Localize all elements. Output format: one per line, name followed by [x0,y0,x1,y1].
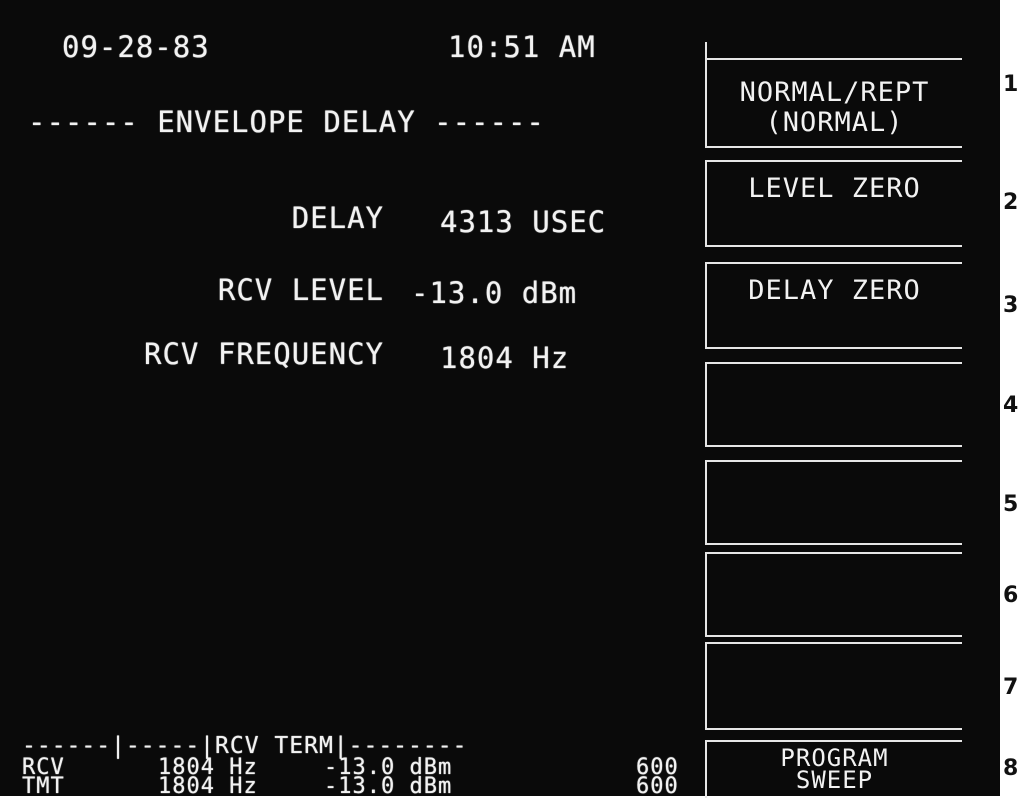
key-number-2: 2 [1003,190,1019,215]
status-row-tmt-name: TMT [22,774,65,799]
delay-value: 4313 USEC [440,205,607,239]
rcv-level-label: RCV LEVEL [217,273,384,307]
instrument-screen: 09-28-83 10:51 AM ------ ENVELOPE DELAY … [0,0,1000,799]
key-number-4: 4 [1003,393,1019,418]
date-readout: 09-28-83 [62,30,210,64]
time-readout: 10:51 AM [448,30,596,64]
softkey-1-label-line2: (NORMAL) [765,107,904,138]
softkey-2-level-zero[interactable]: LEVEL ZERO [705,160,962,247]
softkey-1-label-line1: NORMAL/REPT [739,77,930,108]
softkey-2-label: LEVEL ZERO [748,173,921,204]
softkey-3-delay-zero[interactable]: DELAY ZERO [705,262,962,349]
rcv-frequency-value: 1804 Hz [440,341,570,375]
softkey-4-blank[interactable] [705,362,962,447]
status-row-tmt-level: -13.0 dBm [324,774,453,799]
softkey-6-blank[interactable] [705,552,962,637]
status-row-tmt-frequency: 1804 Hz [158,774,258,799]
status-row-tmt-impedance: 600 [636,774,679,799]
softkey-5-blank[interactable] [705,460,962,545]
key-number-5: 5 [1003,492,1019,517]
key-number-3: 3 [1003,293,1019,318]
rcv-frequency-label: RCV FREQUENCY [144,337,384,371]
page-title: ------ ENVELOPE DELAY ------ [28,105,545,139]
softkey-8-program-sweep[interactable]: PROGRAM SWEEP [705,740,962,798]
softkey-1-normal-rept[interactable]: NORMAL/REPT (NORMAL) [705,58,962,148]
key-number-7: 7 [1003,675,1019,700]
softkey-7-blank[interactable] [705,642,962,730]
softkey-8-label-line2: SWEEP [795,766,874,794]
rcv-level-value: -13.0 dBm [411,276,578,310]
key-number-8: 8 [1003,756,1019,781]
key-number-6: 6 [1003,583,1019,608]
delay-label: DELAY [291,201,384,235]
softkey-3-label: DELAY ZERO [748,275,921,306]
key-number-1: 1 [1003,72,1019,97]
